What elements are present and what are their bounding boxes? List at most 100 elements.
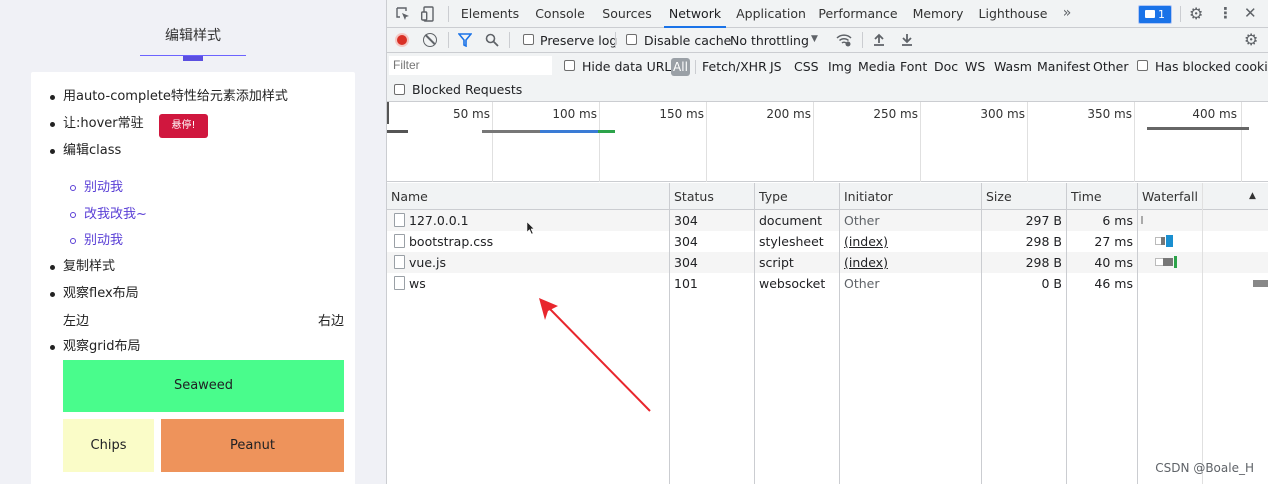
column-header-status[interactable]: Status (670, 183, 754, 210)
gear-icon[interactable]: ⚙ (1189, 6, 1203, 22)
watermark: CSDN @Boale_H (1155, 461, 1254, 475)
request-status: 101 (674, 276, 698, 291)
tab-console[interactable]: Console (530, 0, 590, 28)
request-time: 6 ms (1102, 213, 1133, 228)
filter-type-media[interactable]: Media (858, 59, 896, 74)
request-initiator-link[interactable]: (index) (844, 252, 888, 273)
request-initiator-link[interactable]: (index) (844, 231, 888, 252)
divider (862, 32, 863, 48)
mouse-cursor-icon (526, 221, 535, 237)
has-blocked-cookies-checkbox[interactable] (1137, 60, 1148, 71)
record-icon[interactable] (395, 33, 409, 47)
disable-cache-label: Disable cache (644, 33, 732, 48)
tab-application[interactable]: Application (733, 0, 809, 28)
kebab-menu-icon[interactable]: ⋮ (1218, 6, 1233, 21)
timeline-tick-label: 50 ms (452, 107, 490, 121)
close-icon[interactable]: ✕ (1244, 6, 1257, 21)
preserve-log-checkbox[interactable] (523, 34, 534, 45)
column-header-size[interactable]: Size (982, 183, 1066, 210)
timeline-tick-label: 300 ms (980, 107, 1025, 121)
divider (695, 60, 696, 74)
chevron-down-icon[interactable]: ▼ (811, 35, 818, 44)
network-overview[interactable]: 50 ms 100 ms 150 ms 200 ms 250 ms 300 ms… (387, 102, 1268, 182)
tab-performance[interactable]: Performance (815, 0, 901, 28)
timeline-tick-label: 250 ms (873, 107, 918, 121)
sort-ascending-icon[interactable]: ▲ (1249, 191, 1256, 201)
network-toolbar: Preserve log Disable cache No throttling… (387, 28, 1268, 53)
column-header-type[interactable]: Type (755, 183, 839, 210)
blocked-requests-label: Blocked Requests (412, 82, 523, 97)
timeline-tick (706, 102, 707, 182)
flex-right-item: 右边 (318, 314, 345, 329)
timeline-tick-label: 200 ms (766, 107, 811, 121)
table-row[interactable]: vue.js 304 script (index) 298 B 40 ms (387, 252, 1268, 273)
search-icon[interactable] (485, 33, 499, 50)
flex-left-item: 左边 (63, 314, 90, 329)
column-header-time[interactable]: Time (1067, 183, 1137, 210)
filter-type-img[interactable]: Img (828, 59, 852, 74)
overview-bar (482, 130, 540, 133)
disable-cache-checkbox[interactable] (626, 34, 637, 45)
timeline-tick-label: 350 ms (1087, 107, 1132, 121)
filter-type-fetch-xhr[interactable]: Fetch/XHR (702, 59, 767, 74)
throttling-select[interactable]: No throttling (730, 33, 809, 48)
export-har-icon[interactable] (900, 32, 914, 50)
title-accent (183, 56, 203, 61)
class-item: 别动我 (70, 177, 147, 204)
network-settings-gear-icon[interactable]: ⚙ (1244, 32, 1258, 48)
websocket-icon (394, 276, 405, 290)
column-divider[interactable] (1137, 183, 1138, 484)
device-toolbar-icon[interactable] (420, 6, 435, 25)
request-time: 46 ms (1094, 276, 1133, 291)
filter-type-wasm[interactable]: Wasm (994, 59, 1032, 74)
timeline-tick (1241, 102, 1242, 182)
grid-cell-peanut: Peanut (161, 419, 344, 472)
request-status: 304 (674, 213, 698, 228)
column-divider[interactable] (981, 183, 982, 484)
tab-elements[interactable]: Elements (457, 0, 523, 28)
filter-input[interactable] (389, 56, 552, 75)
filter-type-all[interactable]: All (671, 58, 690, 76)
column-header-name[interactable]: Name (387, 183, 669, 210)
column-header-initiator[interactable]: Initiator (840, 183, 981, 210)
filter-type-js[interactable]: JS (770, 59, 782, 74)
list-item: 观察grid布局 (50, 336, 346, 363)
request-status: 304 (674, 234, 698, 249)
divider (615, 32, 616, 48)
request-type: websocket (759, 276, 826, 291)
column-divider[interactable] (669, 183, 670, 484)
request-initiator: Other (844, 276, 880, 291)
blocked-requests-checkbox[interactable] (394, 84, 405, 95)
tab-sources[interactable]: Sources (597, 0, 657, 28)
filter-type-doc[interactable]: Doc (934, 59, 958, 74)
filter-type-ws[interactable]: WS (965, 59, 985, 74)
inspect-element-icon[interactable] (396, 7, 410, 24)
table-row[interactable]: ws 101 websocket Other 0 B 46 ms (387, 273, 1268, 294)
column-divider[interactable] (839, 183, 840, 484)
filter-type-other[interactable]: Other (1093, 59, 1129, 74)
filter-type-manifest[interactable]: Manifest (1037, 59, 1090, 74)
more-tabs-button[interactable]: » (1057, 0, 1077, 28)
timeline-tick-label: 150 ms (659, 107, 704, 121)
tab-lighthouse[interactable]: Lighthouse (975, 0, 1051, 28)
filter-icon[interactable] (457, 33, 473, 50)
table-row[interactable]: bootstrap.css 304 stylesheet (index) 298… (387, 231, 1268, 252)
timeline-tick-label: 100 ms (552, 107, 597, 121)
hover-button[interactable]: 悬停! (159, 114, 208, 138)
divider (509, 32, 510, 48)
column-divider[interactable] (754, 183, 755, 484)
issues-badge[interactable]: 1 (1138, 5, 1172, 24)
filter-type-css[interactable]: CSS (794, 59, 819, 74)
clear-icon[interactable] (423, 33, 437, 47)
table-row[interactable]: 127.0.0.1 304 document Other 297 B 6 ms (387, 210, 1268, 231)
column-divider[interactable] (1066, 183, 1067, 484)
filter-type-font[interactable]: Font (900, 59, 927, 74)
import-har-icon[interactable] (872, 32, 886, 50)
list-item: 用auto-complete特性给元素添加样式 (50, 86, 346, 113)
hide-data-urls-checkbox[interactable] (564, 60, 575, 71)
timeline-tick (599, 102, 600, 182)
tab-network[interactable]: Network (664, 0, 726, 28)
network-conditions-icon[interactable] (836, 32, 852, 51)
request-size: 298 B (1025, 234, 1062, 249)
tab-memory[interactable]: Memory (908, 0, 968, 28)
